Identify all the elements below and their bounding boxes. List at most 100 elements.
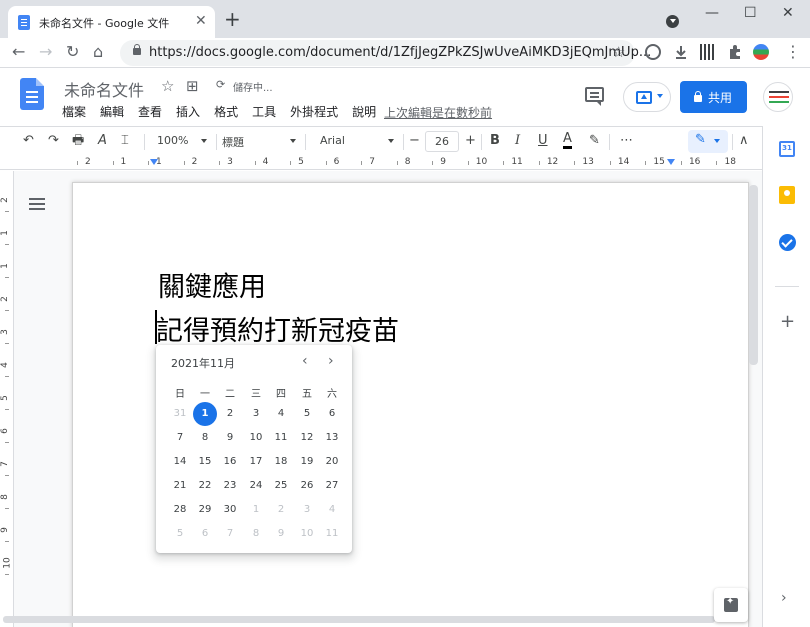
tasks-icon[interactable] [779, 234, 796, 251]
calendar-day-cell[interactable]: 27 [320, 474, 344, 498]
calendar-day-cell[interactable]: 20 [320, 450, 344, 474]
paint-format-button[interactable]: ⌶ [121, 132, 129, 150]
qr-code-icon[interactable] [700, 44, 716, 60]
calendar-day-cell[interactable]: 24 [244, 474, 268, 498]
bold-button[interactable]: B [490, 132, 500, 150]
calendar-day-cell[interactable]: 5 [295, 402, 319, 426]
calendar-day-cell[interactable]: 5 [168, 522, 192, 546]
document-title[interactable]: 未命名文件 [64, 77, 144, 101]
calendar-day-cell[interactable]: 6 [193, 522, 217, 546]
menu-insert[interactable]: 插入 [176, 103, 200, 121]
calendar-day-cell[interactable]: 9 [269, 522, 293, 546]
print-button[interactable]: 🖶 [72, 132, 84, 150]
calendar-day-cell[interactable]: 28 [168, 498, 192, 522]
next-month-button[interactable]: › [328, 353, 334, 369]
new-tab-button[interactable]: + [224, 9, 241, 29]
forward-button[interactable]: → [39, 42, 52, 62]
redo-button[interactable]: ↷ [48, 132, 59, 150]
share-button[interactable]: 共用 [680, 81, 747, 113]
calendar-day-cell[interactable]: 15 [193, 450, 217, 474]
calendar-day-cell[interactable]: 21 [168, 474, 192, 498]
calendar-day-cell[interactable]: 19 [295, 450, 319, 474]
extensions-puzzle-icon[interactable] [727, 44, 743, 60]
comment-history-icon[interactable] [585, 87, 604, 106]
tab-close-icon[interactable]: ✕ [195, 14, 207, 28]
star-icon[interactable]: ☆ [161, 77, 174, 95]
more-options-button[interactable]: ⋯ [620, 132, 633, 150]
right-indent-marker[interactable] [667, 159, 675, 165]
menu-format[interactable]: 格式 [214, 103, 238, 121]
increase-font-size-button[interactable]: + [465, 132, 476, 150]
present-button[interactable] [623, 82, 671, 112]
calendar-day-cell[interactable]: 7 [168, 426, 192, 450]
decrease-font-size-button[interactable]: − [409, 132, 420, 150]
calendar-day-cell[interactable]: 8 [193, 426, 217, 450]
vertical-scrollbar[interactable] [749, 185, 758, 365]
style-select[interactable]: 標題 [222, 134, 244, 150]
menu-addons[interactable]: 外掛程式 [290, 103, 338, 121]
download-icon[interactable] [673, 44, 689, 60]
calendar-day-cell[interactable]: 2 [269, 498, 293, 522]
calendar-day-cell[interactable]: 17 [244, 450, 268, 474]
calendar-day-cell[interactable]: 8 [244, 522, 268, 546]
menu-edit[interactable]: 編輯 [100, 103, 124, 121]
close-window-button[interactable]: ✕ [782, 5, 794, 21]
get-addons-button[interactable]: + [780, 311, 795, 332]
calendar-day-cell[interactable]: 23 [218, 474, 242, 498]
left-indent-marker[interactable] [150, 159, 158, 165]
calendar-day-cell[interactable]: 18 [269, 450, 293, 474]
spellcheck-button[interactable]: A [98, 132, 107, 150]
docs-logo-icon[interactable] [20, 78, 44, 110]
explore-button[interactable] [714, 588, 748, 622]
vertical-ruler[interactable]: 2 1 1 2 3 4 5 6 7 8 9 10 [0, 171, 14, 627]
calendar-day-cell[interactable]: 10 [295, 522, 319, 546]
calendar-day-cell[interactable]: 11 [320, 522, 344, 546]
menu-tools[interactable]: 工具 [252, 103, 276, 121]
calendar-day-cell[interactable]: 13 [320, 426, 344, 450]
menu-help[interactable]: 說明 [352, 103, 376, 121]
calendar-day-cell[interactable]: 9 [218, 426, 242, 450]
highlight-button[interactable]: ✎ [589, 132, 600, 150]
keep-icon[interactable] [779, 186, 795, 204]
calendar-day-cell[interactable]: 3 [295, 498, 319, 522]
calendar-day-cell[interactable]: 6 [320, 402, 344, 426]
expand-panel-button[interactable]: › [781, 590, 787, 606]
calendar-day-cell[interactable]: 4 [320, 498, 344, 522]
font-size-input[interactable]: 26 [425, 131, 459, 152]
calendar-icon[interactable]: 31 [779, 141, 795, 157]
calendar-day-cell[interactable]: 14 [168, 450, 192, 474]
last-edit-link[interactable]: 上次編輯是在數秒前 [384, 104, 492, 121]
calendar-day-cell[interactable]: 16 [218, 450, 242, 474]
reload-button[interactable]: ↻ [66, 42, 79, 62]
menu-view[interactable]: 查看 [138, 103, 162, 121]
editing-mode-button[interactable]: ✎ [688, 130, 728, 153]
address-bar[interactable]: https://docs.google.com/document/d/1ZfjJ… [120, 40, 651, 66]
browser-menu-icon[interactable]: ⋮ [785, 42, 801, 62]
calendar-day-cell[interactable]: 30 [218, 498, 242, 522]
previous-month-button[interactable]: ‹ [302, 353, 308, 369]
calendar-day-cell[interactable]: 26 [295, 474, 319, 498]
calendar-day-cell[interactable]: 25 [269, 474, 293, 498]
collapse-menus-button[interactable]: ∧ [739, 132, 749, 150]
calendar-day-cell[interactable]: 1 [193, 402, 217, 426]
chevron-down-icon[interactable] [290, 139, 296, 143]
calendar-day-cell[interactable]: 10 [244, 426, 268, 450]
horizontal-scrollbar[interactable] [3, 616, 715, 623]
horizontal-ruler[interactable]: 2 1 1 2 3 4 5 6 7 8 9 10 11 12 13 14 15 16 18 [0, 156, 762, 170]
account-avatar[interactable] [763, 82, 793, 112]
profile-avatar-icon[interactable] [753, 44, 769, 60]
menu-file[interactable]: 檔案 [62, 103, 86, 121]
browser-tab[interactable]: 未命名文件 - Google 文件 ✕ [8, 6, 215, 38]
chevron-down-icon[interactable] [388, 139, 394, 143]
italic-button[interactable]: I [515, 132, 520, 150]
tab-search-icon[interactable] [666, 15, 679, 28]
url-text[interactable]: https://docs.google.com/document/d/1ZfjJ… [149, 45, 651, 60]
document-outline-icon[interactable] [29, 198, 45, 212]
maximize-button[interactable]: ☐ [744, 5, 757, 21]
text-color-button[interactable]: A [563, 132, 572, 149]
move-folder-icon[interactable]: ⊞ [186, 77, 199, 95]
calendar-day-cell[interactable]: 22 [193, 474, 217, 498]
undo-button[interactable]: ↶ [23, 132, 34, 150]
minimize-button[interactable]: — [705, 5, 719, 21]
back-button[interactable]: ← [12, 42, 25, 62]
